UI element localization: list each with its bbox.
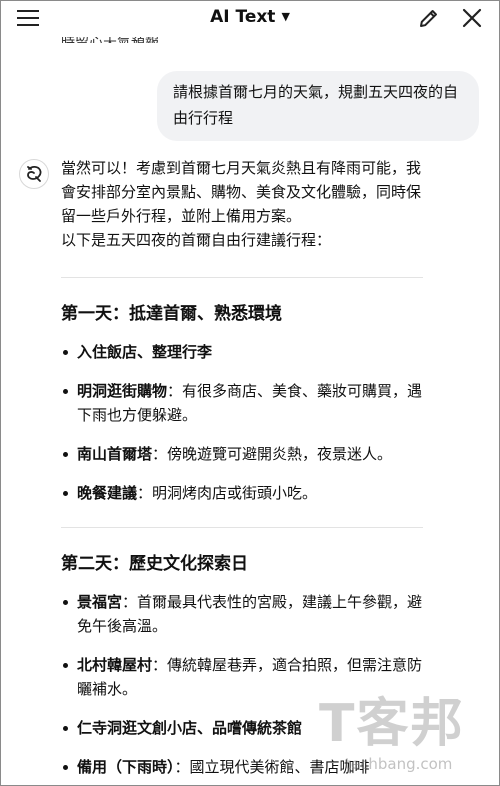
- app-frame: AI Text ▼ 時留心天氣預報。 請根據首爾七月的天氣，規劃五天四夜的自由行行…: [0, 0, 500, 786]
- list-item: 入住飯店、整理行李: [61, 340, 429, 364]
- app-title: AI Text: [210, 7, 276, 27]
- watermark: T客邦 techbang.com: [319, 693, 489, 783]
- item-label: 北村韓屋村: [77, 656, 153, 674]
- close-icon[interactable]: [460, 6, 484, 30]
- item-label: 晚餐建議: [77, 484, 138, 502]
- top-bar: AI Text ▼: [1, 1, 499, 37]
- divider: [61, 277, 423, 278]
- user-message-bubble: 請根據首爾七月的天氣，規劃五天四夜的自由行行程: [157, 71, 479, 141]
- divider: [61, 527, 423, 528]
- assistant-avatar-icon: [19, 159, 49, 189]
- list-item: 明洞逛街購物：有很多商店、美食、藥妝可購買，遇下雨也方便躲避。: [61, 379, 429, 427]
- item-text: ：明洞烤肉店或街頭小吃。: [137, 484, 318, 502]
- item-label: 入住飯店、整理行李: [77, 343, 213, 361]
- item-label: 景福宮: [77, 593, 123, 611]
- day-2-heading: 第二天：歷史文化探索日: [61, 554, 248, 574]
- item-label: 南山首爾塔: [77, 445, 153, 463]
- item-label: 備用（下雨時）: [77, 758, 175, 776]
- item-label: 明洞逛街購物: [77, 382, 168, 400]
- assistant-message: 當然可以！考慮到首爾七月天氣炎熱且有降雨可能，我會安排部分室內景點、購物、美食及…: [61, 156, 429, 779]
- watermark-logo: T客邦: [319, 694, 465, 754]
- item-text: ：傍晚遊覽可避開炎熱，夜景迷人。: [152, 445, 393, 463]
- item-label: 仁寺洞逛文創小店、品嚐傳統茶館: [77, 719, 303, 737]
- item-text: ：首爾最具代表性的宮殿，建議上午參觀，避免午後高溫。: [77, 593, 423, 635]
- assistant-intro-lead: 以下是五天四夜的首爾自由行建議行程：: [61, 231, 332, 249]
- day-1-list: 入住飯店、整理行李 明洞逛街購物：有很多商店、美食、藥妝可購買，遇下雨也方便躲避…: [61, 340, 429, 505]
- list-item: 南山首爾塔：傍晚遊覽可避開炎熱，夜景迷人。: [61, 442, 429, 466]
- watermark-url: techbang.com: [345, 755, 453, 773]
- assistant-intro: 當然可以！考慮到首爾七月天氣炎熱且有降雨可能，我會安排部分室內景點、購物、美食及…: [61, 159, 422, 225]
- day-1-heading: 第一天：抵達首爾、熟悉環境: [61, 304, 282, 324]
- list-item: 晚餐建議：明洞烤肉店或街頭小吃。: [61, 481, 429, 505]
- pencil-icon[interactable]: [417, 6, 441, 30]
- list-item: 景福宮：首爾最具代表性的宮殿，建議上午參觀，避免午後高溫。: [61, 590, 429, 638]
- caret-down-icon: ▼: [281, 10, 290, 23]
